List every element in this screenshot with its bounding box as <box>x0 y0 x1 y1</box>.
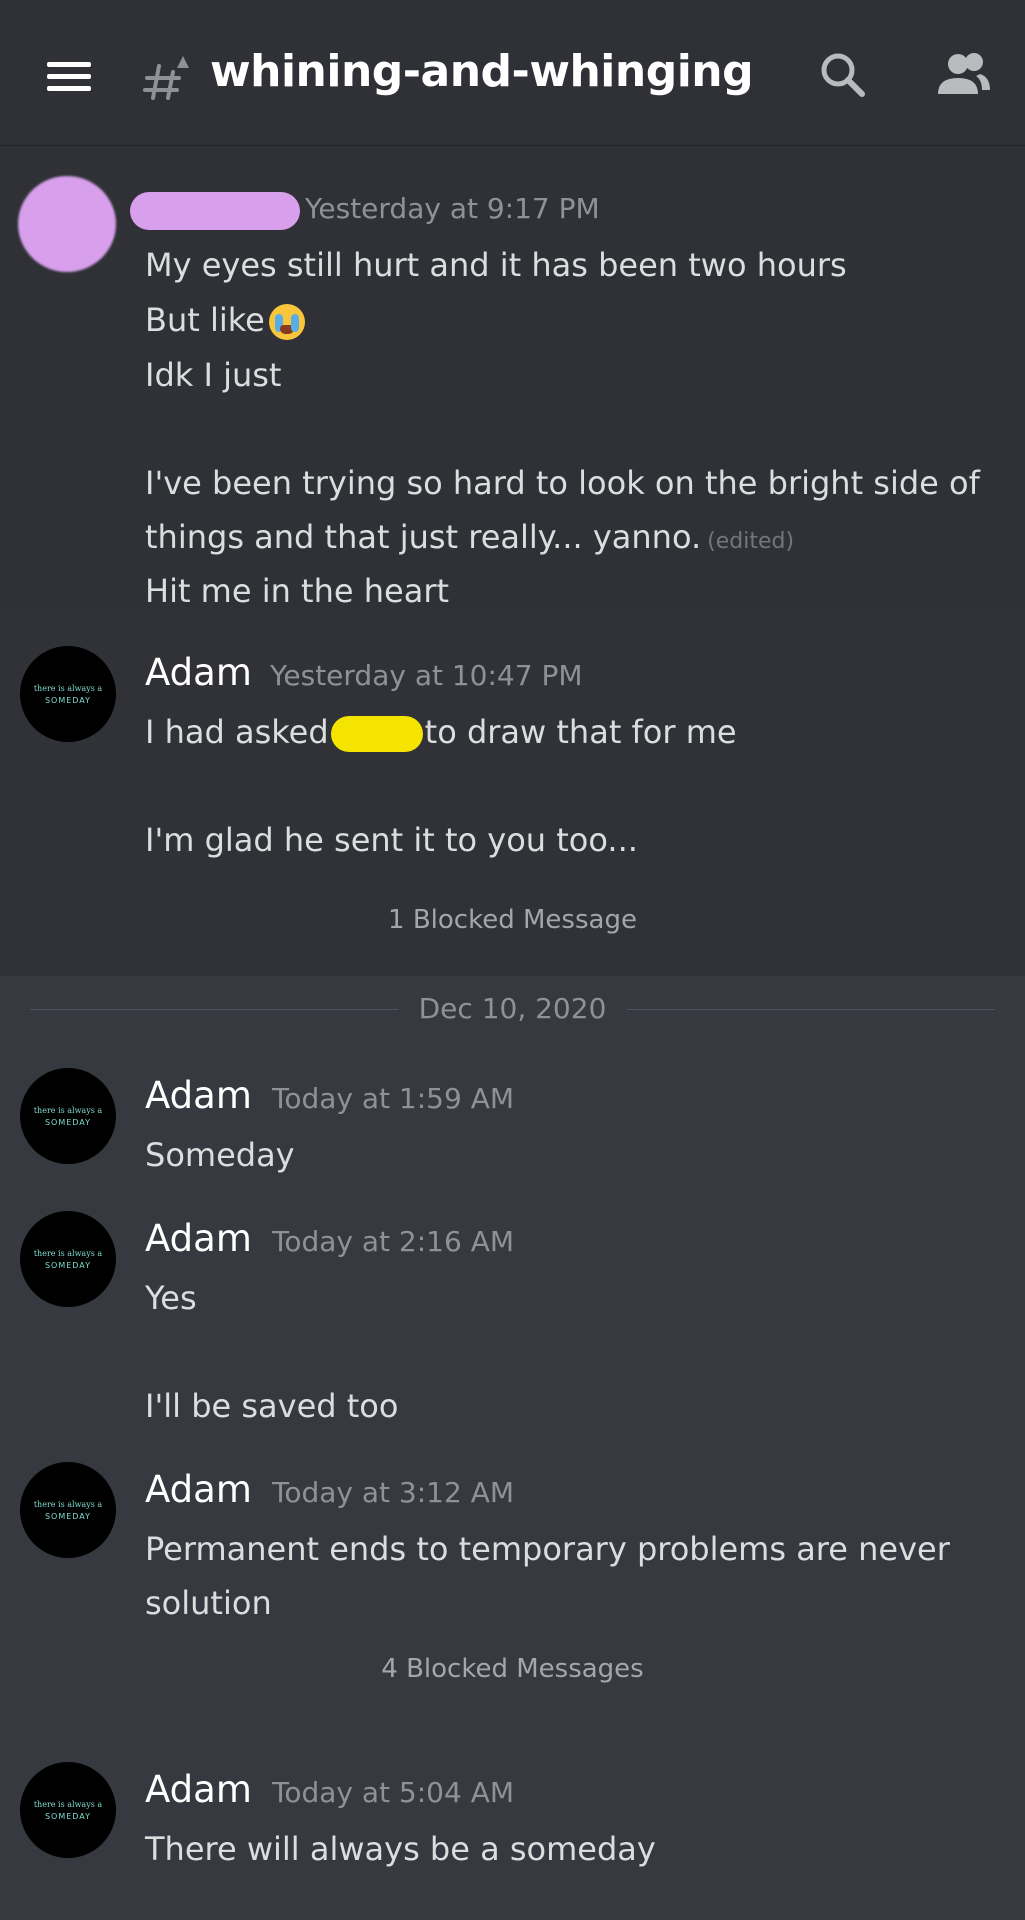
message-timestamp: Today at 1:59 AM <box>272 1082 515 1115</box>
message-group[interactable]: there is always a SOMEDAY Adam Today at … <box>0 1454 1025 1714</box>
message-timestamp: Today at 2:16 AM <box>272 1225 515 1258</box>
date-divider: Dec 10, 2020 <box>30 990 995 1030</box>
username[interactable]: Adam <box>145 1768 252 1811</box>
message-text: I'll be saved too <box>145 1387 399 1425</box>
message-text: things and that just really... yanno. (ed… <box>145 518 795 556</box>
search-icon[interactable] <box>818 50 868 100</box>
loudly-crying-face-emoji <box>268 304 305 340</box>
message-text: Yes <box>145 1279 197 1317</box>
avatar-text: SOMEDAY <box>44 1261 92 1270</box>
text-channel-hash-icon <box>143 56 189 100</box>
message-group[interactable]: there is always a SOMEDAY Adam Today at … <box>0 1060 1025 1190</box>
avatar-text: SOMEDAY <box>44 1118 92 1127</box>
message-timestamp: Yesterday at 10:47 PM <box>270 659 583 692</box>
redacted-mention <box>330 716 423 752</box>
avatar-text: there is always a <box>33 1106 103 1115</box>
message-timestamp: Today at 3:12 AM <box>272 1476 515 1509</box>
hamburger-menu-icon[interactable] <box>47 62 91 92</box>
message-text: I'm glad he sent it to you too... <box>145 821 638 859</box>
avatar[interactable]: there is always a SOMEDAY <box>20 1462 116 1558</box>
avatar[interactable]: there is always a SOMEDAY <box>20 1068 116 1164</box>
avatar-text: there is always a <box>33 1249 103 1258</box>
avatar-text: SOMEDAY <box>44 1812 92 1821</box>
blocked-messages-button[interactable]: 1 Blocked Message <box>0 905 1025 935</box>
message-text: Idk I just <box>145 356 282 394</box>
message-text: solution <box>145 1584 272 1622</box>
message-text: My eyes still hurt and it has been two h… <box>145 246 847 284</box>
avatar-text: there is always a <box>33 1800 103 1809</box>
avatar-text: SOMEDAY <box>44 696 92 705</box>
username[interactable]: Adam <box>145 651 252 694</box>
channel-name[interactable]: whining-and-whinging <box>210 46 754 97</box>
avatar[interactable] <box>18 176 116 272</box>
message-text: Permanent ends to temporary problems are… <box>145 1530 950 1568</box>
edited-label: (edited) <box>707 529 795 554</box>
channel-header: whining-and-whinging <box>0 0 1025 146</box>
message-group[interactable]: Yesterday at 9:17 PM My eyes still hurt … <box>0 146 1025 611</box>
message-text: There will always be a someday <box>145 1830 656 1868</box>
message-group[interactable]: there is always a SOMEDAY Adam Today at … <box>0 1754 1025 1904</box>
username[interactable]: Adam <box>145 1468 252 1511</box>
message-text: Someday <box>145 1136 295 1174</box>
username[interactable]: Adam <box>145 1074 252 1117</box>
redacted-username <box>130 192 300 230</box>
avatar-text: SOMEDAY <box>44 1512 92 1521</box>
message-text: I had asked to draw that for me <box>145 713 737 752</box>
message-group[interactable]: there is always a SOMEDAY Adam Yesterday… <box>0 611 1025 976</box>
message-text: Hit me in the heart <box>145 572 450 610</box>
avatar[interactable]: there is always a SOMEDAY <box>20 646 116 742</box>
members-icon[interactable] <box>936 50 992 100</box>
message-timestamp: Yesterday at 9:17 PM <box>305 192 600 225</box>
message-text: I've been trying so hard to look on the … <box>145 464 980 502</box>
avatar-text: there is always a <box>33 1500 103 1509</box>
message-timestamp: Today at 5:04 AM <box>272 1776 515 1809</box>
message-text: But like <box>145 301 305 340</box>
avatar-text: there is always a <box>33 684 103 693</box>
avatar[interactable]: there is always a SOMEDAY <box>20 1762 116 1858</box>
username[interactable]: Adam <box>145 1217 252 1260</box>
message-group[interactable]: there is always a SOMEDAY Adam Today at … <box>0 1203 1025 1433</box>
blocked-messages-button[interactable]: 4 Blocked Messages <box>0 1654 1025 1684</box>
avatar[interactable]: there is always a SOMEDAY <box>20 1211 116 1307</box>
